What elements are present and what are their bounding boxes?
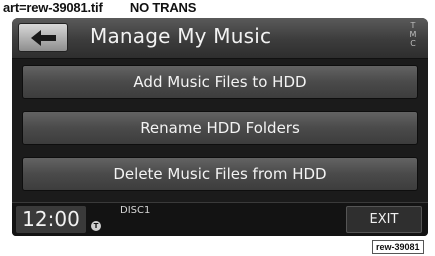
status-bar: 12:00 T DISC1 EXIT <box>12 202 428 236</box>
reference-label: rew-39081 <box>372 240 424 254</box>
tmc-letter-c: C <box>410 39 416 48</box>
title-bar: Manage My Music T M C <box>12 18 428 59</box>
tmc-letter-m: M <box>409 30 417 39</box>
clock-display[interactable]: 12:00 <box>16 206 86 233</box>
document-caption: art=rew-39081.tif NO TRANS <box>3 0 196 15</box>
left-arrow-icon <box>31 30 56 46</box>
add-music-files-button[interactable]: Add Music Files to HDD <box>22 65 418 99</box>
tmc-indicator: T M C <box>406 21 420 48</box>
back-button[interactable] <box>18 23 68 52</box>
radio-screen: Manage My Music T M C Add Music Files to… <box>12 18 428 236</box>
page-title: Manage My Music <box>90 24 272 48</box>
trans-note: NO TRANS <box>129 0 197 15</box>
art-filename: art=rew-39081.tif <box>3 0 103 15</box>
rename-hdd-folders-button[interactable]: Rename HDD Folders <box>22 111 418 145</box>
t-badge-icon: T <box>91 221 101 231</box>
delete-music-files-button[interactable]: Delete Music Files from HDD <box>22 157 418 191</box>
tmc-letter-t: T <box>410 21 416 30</box>
disc-label: DISC1 <box>120 205 151 216</box>
exit-button[interactable]: EXIT <box>346 206 422 233</box>
